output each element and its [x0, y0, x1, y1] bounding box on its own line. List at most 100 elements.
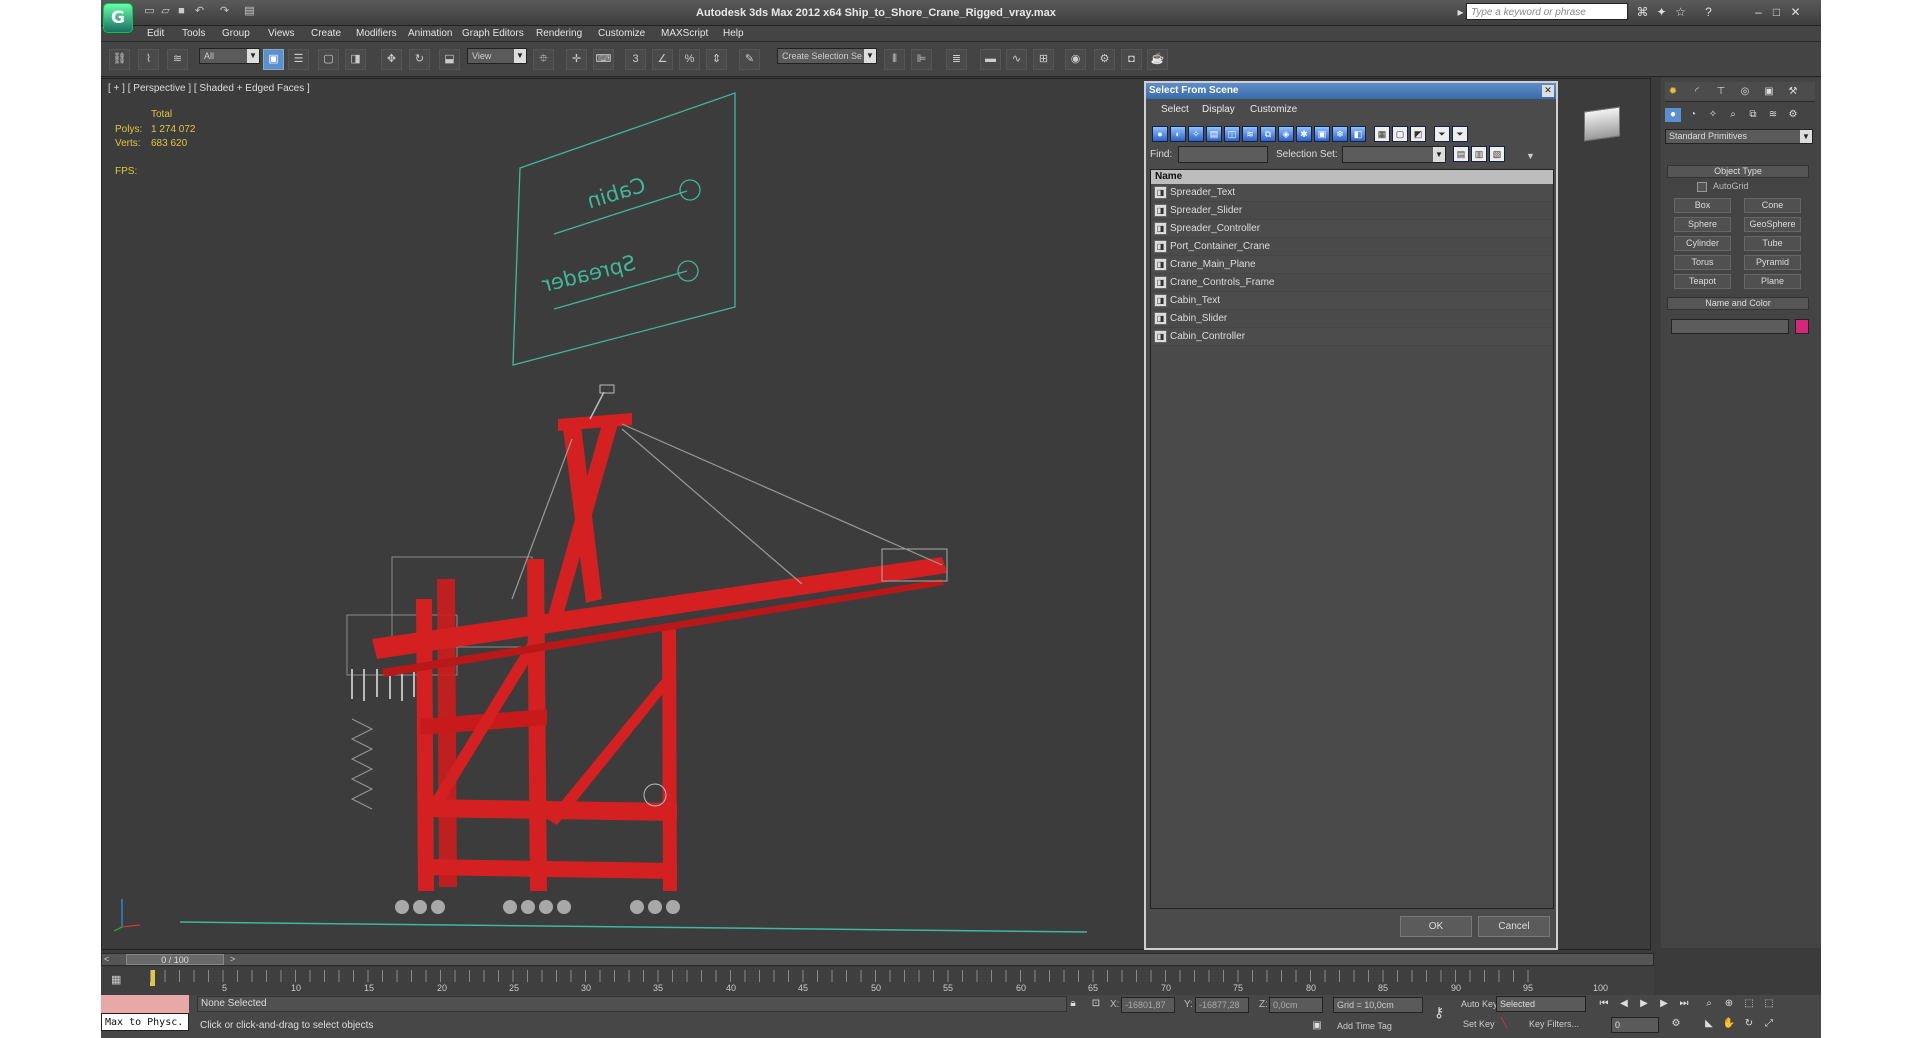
display-tab-icon[interactable]: ▣: [1761, 85, 1777, 99]
plane-button[interactable]: Plane: [1744, 274, 1801, 289]
select-and-link-icon[interactable]: ⛓: [109, 49, 130, 70]
current-frame-field[interactable]: 0: [1611, 1017, 1659, 1033]
maxscript-input[interactable]: Max to Physc.: [101, 1013, 189, 1031]
display-invert-icon[interactable]: ◩: [1410, 126, 1426, 142]
rendered-frame-window-icon[interactable]: ◘: [1121, 49, 1142, 70]
cancel-button[interactable]: Cancel: [1478, 916, 1550, 937]
selection-set-remove-icon[interactable]: ▧: [1489, 146, 1505, 162]
display-containers-icon[interactable]: ▣: [1314, 126, 1330, 142]
minimize-icon[interactable]: –: [1751, 5, 1766, 19]
field-of-view-icon[interactable]: ◣: [1701, 1017, 1717, 1031]
pyramid-button[interactable]: Pyramid: [1744, 255, 1801, 270]
menu-modifiers[interactable]: Modifiers: [356, 28, 397, 39]
window-crossing-icon[interactable]: ◨: [345, 49, 366, 70]
menu-customize[interactable]: Customize: [598, 28, 645, 39]
sphere-button[interactable]: Sphere: [1674, 217, 1731, 232]
angle-snap-icon[interactable]: ∠: [652, 49, 673, 70]
curve-editor-icon[interactable]: ∿: [1006, 49, 1027, 70]
help-search-input[interactable]: Type a keyword or phrase: [1466, 3, 1628, 20]
object-type-rollout-title[interactable]: Object Type: [1667, 165, 1809, 178]
list-item[interactable]: ◨ Cabin_Slider: [1152, 310, 1552, 328]
maximize-viewport-icon[interactable]: ⤢: [1761, 1017, 1777, 1031]
display-spacewarps-icon[interactable]: ≋: [1242, 126, 1258, 142]
dialog-options-chevron-icon[interactable]: ▼: [1526, 151, 1535, 161]
binoculars-icon[interactable]: ⌘: [1635, 5, 1650, 19]
render-production-icon[interactable]: ☕: [1147, 49, 1168, 70]
selection-set-edit-icon[interactable]: ▤: [1453, 146, 1469, 162]
select-and-rotate-icon[interactable]: ↻: [409, 49, 430, 70]
time-tag-icon[interactable]: ▣: [1309, 1019, 1325, 1033]
rectangular-selection-icon[interactable]: ▢: [318, 49, 339, 70]
open-file-icon[interactable]: ▱: [159, 5, 172, 18]
zoom-extents-icon[interactable]: ⬚: [1741, 997, 1757, 1011]
pan-view-icon[interactable]: ✋: [1721, 1017, 1737, 1031]
y-coordinate-field[interactable]: -16877,28: [1195, 997, 1249, 1013]
time-slider-prev-icon[interactable]: <: [104, 954, 109, 964]
list-item[interactable]: ◨ Port_Container_Crane: [1152, 238, 1552, 256]
percent-snap-icon[interactable]: %: [679, 49, 700, 70]
set-key-button[interactable]: Set Key: [1463, 1019, 1495, 1029]
menu-help[interactable]: Help: [723, 28, 744, 39]
selection-set-add-icon[interactable]: ▥: [1471, 146, 1487, 162]
list-column-header[interactable]: Name: [1151, 170, 1553, 184]
name-and-color-rollout-title[interactable]: Name and Color: [1667, 297, 1809, 310]
menu-tools[interactable]: Tools: [182, 28, 205, 39]
lights-category-icon[interactable]: ✧: [1705, 108, 1721, 122]
select-and-scale-icon[interactable]: ⬓: [439, 49, 460, 70]
time-slider-next-icon[interactable]: >: [230, 954, 235, 964]
snaps-toggle-icon[interactable]: 3: [625, 49, 646, 70]
align-icon[interactable]: ⊫: [911, 49, 932, 70]
schematic-view-icon[interactable]: ⊞: [1033, 49, 1054, 70]
motion-tab-icon[interactable]: ◎: [1737, 85, 1753, 99]
maximize-icon[interactable]: □: [1769, 5, 1784, 19]
display-all-icon[interactable]: ▦: [1374, 126, 1390, 142]
zoom-all-icon[interactable]: ⊕: [1721, 997, 1737, 1011]
shapes-category-icon[interactable]: ◔: [1685, 108, 1701, 122]
help-icon[interactable]: ?: [1701, 5, 1716, 19]
add-time-tag[interactable]: Add Time Tag: [1337, 1021, 1392, 1031]
mini-curve-editor-icon[interactable]: ▦: [111, 973, 121, 986]
menu-group[interactable]: Group: [222, 28, 250, 39]
key-icon[interactable]: ╲: [1496, 1017, 1512, 1031]
render-setup-icon[interactable]: ⚙: [1094, 49, 1115, 70]
dialog-menu-display[interactable]: Display: [1202, 104, 1235, 115]
list-item[interactable]: ◨ Cabin_Text: [1152, 292, 1552, 310]
mirror-icon[interactable]: ⫴: [884, 49, 905, 70]
selection-filter-dropdown[interactable]: All: [199, 48, 260, 64]
menu-edit[interactable]: Edit: [147, 28, 164, 39]
app-logo-icon[interactable]: G: [103, 3, 133, 33]
previous-frame-icon[interactable]: ◀: [1616, 997, 1632, 1011]
display-hidden-icon[interactable]: ◧: [1350, 126, 1366, 142]
track-bar[interactable]: ▦ 5 10 15 20 25 30 35 40 45 50 55 60 65 …: [101, 967, 1654, 995]
pivot-point-icon[interactable]: ⯐: [533, 49, 554, 70]
list-item[interactable]: ◨ Cabin_Controller: [1152, 328, 1552, 346]
cameras-category-icon[interactable]: ⌕: [1725, 108, 1741, 122]
x-coordinate-field[interactable]: -16801,87: [1121, 997, 1175, 1013]
material-editor-icon[interactable]: ◉: [1065, 49, 1086, 70]
undo-icon[interactable]: ↶: [193, 5, 206, 18]
utilities-tab-icon[interactable]: ⚒: [1785, 85, 1801, 99]
dialog-menu-customize[interactable]: Customize: [1250, 104, 1297, 115]
object-color-swatch[interactable]: [1795, 319, 1809, 334]
list-item[interactable]: ◨ Spreader_Slider: [1152, 202, 1552, 220]
find-input[interactable]: [1178, 146, 1268, 163]
filter-icon[interactable]: ⏷: [1434, 126, 1450, 142]
key-mode-dropdown[interactable]: Selected: [1496, 996, 1586, 1012]
list-item[interactable]: ◨ Spreader_Controller: [1152, 220, 1552, 238]
display-helpers-icon[interactable]: ◫: [1224, 126, 1240, 142]
menu-create[interactable]: Create: [311, 28, 341, 39]
z-coordinate-field[interactable]: 0,0cm: [1269, 997, 1323, 1013]
zoom-icon[interactable]: ⌕: [1701, 997, 1717, 1011]
menu-animation[interactable]: Animation: [408, 28, 452, 39]
menu-maxscript[interactable]: MAXScript: [661, 28, 708, 39]
time-slider-thumb[interactable]: 0 / 100: [126, 954, 224, 965]
display-geometry-icon[interactable]: ●: [1152, 126, 1168, 142]
list-item[interactable]: ◨ Crane_Controls_Frame: [1152, 274, 1552, 292]
display-shapes-icon[interactable]: ◐: [1170, 126, 1186, 142]
object-name-input[interactable]: [1671, 319, 1789, 334]
maxscript-listener-mini[interactable]: [101, 995, 189, 1013]
go-to-start-icon[interactable]: ⏮: [1596, 997, 1612, 1011]
cylinder-button[interactable]: Cylinder: [1674, 236, 1731, 251]
geometry-category-icon[interactable]: ●: [1665, 108, 1681, 122]
filter-options-icon[interactable]: ⏷: [1452, 126, 1468, 142]
